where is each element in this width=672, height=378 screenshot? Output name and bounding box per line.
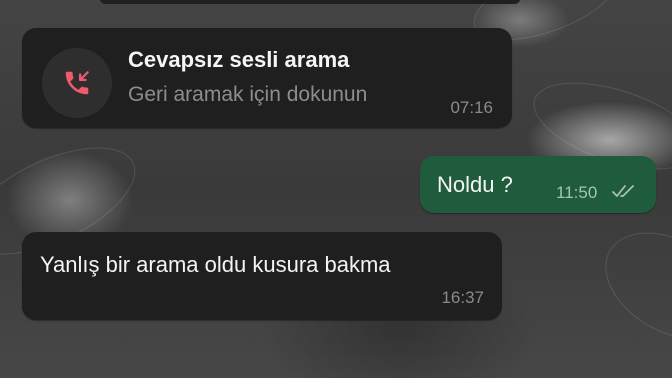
missed-call-icon	[65, 71, 89, 95]
incoming-message-bubble[interactable]: Yanlış bir arama oldu kusura bakma 16:37	[22, 232, 502, 320]
missed-call-title: Cevapsız sesli arama	[128, 47, 350, 72]
missed-call-subtitle[interactable]: Geri aramak için dokunun	[128, 83, 367, 107]
outgoing-message-timestamp: 11:50	[556, 183, 598, 202]
previous-message-bubble-edge	[100, 0, 520, 4]
incoming-message-timestamp: 16:37	[441, 288, 484, 307]
missed-call-timestamp: 07:16	[450, 98, 493, 117]
missed-call-bubble[interactable]: Cevapsız sesli arama Geri aramak için do…	[22, 28, 512, 128]
missed-call-icon-circle	[42, 48, 112, 118]
double-check-icon	[612, 185, 634, 197]
incoming-message-text: Yanlış bir arama oldu kusura bakma	[40, 252, 391, 277]
outgoing-message-text: Noldu ?	[437, 172, 513, 197]
outgoing-message-bubble[interactable]: Noldu ? 11:50	[420, 156, 656, 213]
